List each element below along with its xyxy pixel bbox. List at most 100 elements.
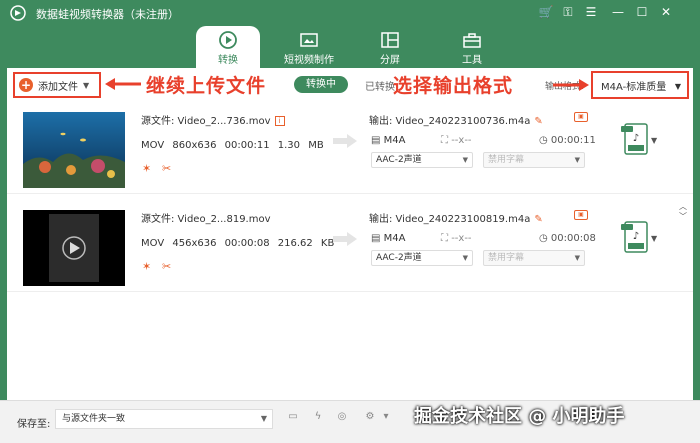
annotation-continue-upload: 继续上传文件 (146, 75, 267, 97)
save-to-label: 保存至: (17, 419, 51, 430)
clock-icon: ◷ (539, 135, 551, 146)
key-icon[interactable]: ⚿ (560, 4, 576, 20)
main-nav: 转换 短视频制作 分屏 工具 (0, 26, 700, 68)
source-duration: 00:00:11 (224, 140, 270, 151)
gpu-off-icon[interactable]: ◎ (334, 411, 350, 427)
m4a-format-icon[interactable]: ♪ (621, 220, 651, 254)
converted-tab[interactable]: 已转换 (365, 78, 395, 93)
edit-icon[interactable]: ✎ (534, 116, 542, 127)
source-resolution: 456x636 (172, 238, 217, 249)
folder-icon[interactable]: ▭ (285, 411, 301, 427)
chevron-down-icon[interactable]: ▾ (378, 411, 394, 427)
chevron-down-icon: ▼ (462, 156, 468, 164)
convert-icon (219, 31, 237, 49)
info-icon[interactable]: i (274, 116, 285, 126)
output-file-label: 输出: Video_240223100819.m4a (369, 214, 531, 225)
tab-short-video-label: 短视频制作 (284, 55, 334, 66)
output-file-name: 输出: Video_240223100819.m4a ✎ (369, 210, 543, 225)
audio-channel-value: AAC-2声道 (376, 253, 422, 263)
app-title: 数据蛙视频转换器（未注册） (36, 8, 179, 21)
toolbar: + 添加文件 ▼ 继续上传文件 转换中 已转换 选择输出格式 输出格式: M4A… (7, 68, 693, 102)
tab-tools[interactable]: 工具 (440, 26, 504, 68)
output-format: M4A (383, 135, 406, 146)
subtitle-select[interactable]: 禁用字幕 ▼ (483, 250, 585, 266)
settings-gear-icon[interactable]: ⚙ (362, 411, 378, 427)
close-icon[interactable]: ✕ (658, 4, 674, 20)
file-row: 源文件: Video_2...736.mov i MOV 860x636 00:0… (7, 104, 693, 194)
subtitle-value: 禁用字幕 (488, 253, 525, 263)
add-file-button[interactable]: + 添加文件 ▼ (13, 72, 101, 98)
source-file-name: 源文件: Video_2...819.mov (141, 210, 271, 225)
svg-text:♪: ♪ (633, 133, 639, 144)
chevron-down-icon: ▼ (462, 254, 468, 262)
cart-icon[interactable]: 🛒 (538, 4, 554, 20)
tab-short-video[interactable]: 短视频制作 (277, 26, 341, 68)
source-size: 1.30 MB (277, 140, 324, 151)
watermark: 掘金技术社区 @ 小明助手 (414, 406, 625, 427)
source-resolution: 860x636 (172, 140, 217, 151)
save-path-select[interactable]: 与源文件夹一致 ▼ (55, 409, 273, 429)
chevron-down-icon[interactable]: ▼ (651, 136, 657, 145)
enhance-icon[interactable]: ✶ (142, 260, 151, 273)
title-bar: 数据蛙视频转换器（未注册） 🛒 ⚿ ☰ — ☐ ✕ (0, 0, 700, 26)
add-file-label: 添加文件 (38, 81, 78, 93)
edit-icon[interactable]: ✎ (534, 214, 542, 225)
annotation-arrow-right-icon (553, 79, 589, 91)
output-file-label: 输出: Video_240223100736.m4a (369, 116, 531, 127)
video-thumbnail[interactable] (23, 210, 125, 286)
short-video-icon (300, 33, 318, 47)
output-format-info: ▤ M4A ⛶ --x-- ◷ 00:00:08 (371, 233, 596, 244)
annotation-arrow-left-icon (105, 78, 141, 90)
underwater-thumbnail-image (23, 112, 125, 188)
minimize-icon[interactable]: — (610, 4, 626, 20)
convert-arrow-icon (333, 134, 357, 148)
output-format-value: M4A-标准质量 (601, 81, 667, 93)
chevron-down-icon[interactable]: ﹀ (679, 212, 687, 222)
source-format: MOV (141, 140, 165, 151)
main-panel: + 添加文件 ▼ 继续上传文件 转换中 已转换 选择输出格式 输出格式: M4A… (7, 68, 693, 400)
source-duration: 00:00:08 (224, 238, 270, 249)
output-format: M4A (383, 233, 406, 244)
toolbox-icon (463, 33, 481, 48)
media-info-icon[interactable]: ▣ (574, 210, 588, 220)
enhance-icon[interactable]: ✶ (142, 162, 151, 175)
app-logo-icon (10, 5, 26, 21)
tab-split-screen-label: 分屏 (380, 55, 400, 66)
video-thumbnail[interactable] (23, 112, 125, 188)
tab-split-screen[interactable]: 分屏 (358, 26, 422, 68)
dark-video-thumbnail-image (23, 210, 125, 286)
output-format-select[interactable]: M4A-标准质量 ▼ (591, 71, 689, 99)
output-resolution: --x-- (451, 135, 472, 146)
cut-icon[interactable]: ✂ (162, 162, 171, 175)
output-duration: 00:00:11 (550, 135, 596, 146)
audio-channel-select[interactable]: AAC-2声道 ▼ (371, 250, 473, 266)
output-duration: 00:00:08 (550, 233, 596, 244)
menu-icon[interactable]: ☰ (583, 4, 599, 20)
chevron-down-icon: ▼ (260, 414, 267, 423)
output-resolution: --x-- (451, 233, 472, 244)
chevron-down-icon[interactable]: ▼ (651, 234, 657, 243)
chevron-up-icon[interactable]: ︿ (679, 202, 687, 212)
source-meta: MOV 456x636 00:00:08 216.62 KB (141, 238, 334, 249)
tab-convert[interactable]: 转换 (196, 26, 260, 68)
subtitle-value: 禁用字幕 (488, 155, 525, 165)
svg-text:♪: ♪ (633, 231, 639, 242)
chevron-down-icon: ▼ (83, 80, 90, 90)
output-format-info: ▤ M4A ⛶ --x-- ◷ 00:00:11 (371, 135, 596, 146)
media-info-icon[interactable]: ▣ (574, 112, 588, 122)
cut-icon[interactable]: ✂ (162, 260, 171, 273)
clock-icon: ◷ (539, 233, 551, 244)
m4a-format-icon[interactable]: ♪ (621, 122, 651, 156)
source-file-label: 源文件: Video_2...736.mov (141, 116, 271, 127)
hardware-accel-off-icon[interactable]: ϟ (310, 411, 326, 427)
audio-channel-select[interactable]: AAC-2声道 ▼ (371, 152, 473, 168)
save-path-value: 与源文件夹一致 (62, 414, 126, 424)
tab-tools-label: 工具 (462, 55, 482, 66)
maximize-icon[interactable]: ☐ (634, 4, 650, 20)
converting-tab[interactable]: 转换中 (294, 76, 348, 93)
source-file-label: 源文件: Video_2...819.mov (141, 214, 271, 225)
resize-icon: ⛶ (441, 135, 452, 146)
chevron-down-icon: ▼ (674, 82, 681, 91)
subtitle-select[interactable]: 禁用字幕 ▼ (483, 152, 585, 168)
chevron-down-icon: ▼ (574, 254, 580, 262)
